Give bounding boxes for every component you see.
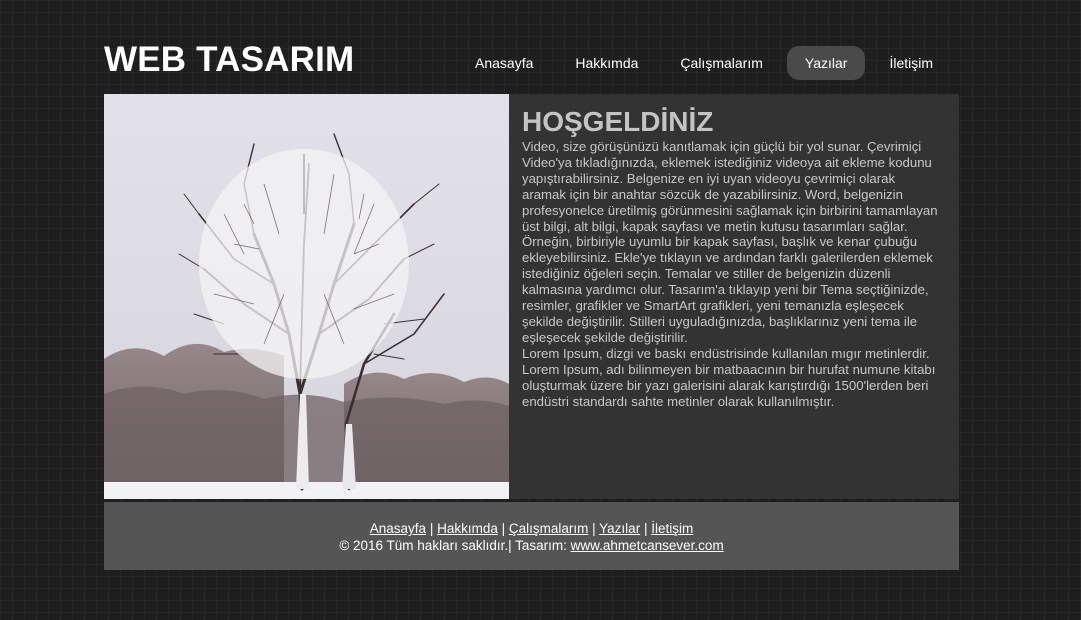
- main-nav: Anasayfa Hakkımda Çalışmalarım Yazılar İ…: [457, 46, 951, 80]
- footer-link-calismalarim[interactable]: Çalışmalarım: [509, 521, 589, 536]
- nav-anasayfa[interactable]: Anasayfa: [457, 46, 551, 80]
- footer-separator: |: [426, 521, 438, 536]
- site-logo[interactable]: WEB TASARIM: [104, 40, 354, 80]
- snowy-tree-image: [104, 94, 509, 499]
- footer-link-iletisim[interactable]: İletişim: [651, 521, 693, 536]
- main-content: HOŞGELDİNİZ Video, size görüşünüzü kanıt…: [104, 94, 959, 499]
- site-footer: Anasayfa | Hakkımda | Çalışmalarım | Yaz…: [104, 502, 959, 570]
- nav-yazilar[interactable]: Yazılar: [786, 46, 866, 80]
- copyright-text: © 2016 Tüm hakları saklıdır.| Tasarım:: [339, 538, 571, 553]
- designer-link[interactable]: www.ahmetcansever.com: [571, 538, 724, 553]
- footer-links: Anasayfa | Hakkımda | Çalışmalarım | Yaz…: [104, 520, 959, 537]
- welcome-section: HOŞGELDİNİZ Video, size görüşünüzü kanıt…: [522, 105, 942, 409]
- nav-iletisim[interactable]: İletişim: [871, 46, 951, 80]
- footer-separator: |: [640, 521, 652, 536]
- footer-link-yazilar[interactable]: Yazılar: [599, 521, 640, 536]
- nav-hakkimda[interactable]: Hakkımda: [557, 46, 656, 80]
- footer-separator: |: [588, 521, 600, 536]
- site-header: WEB TASARIM Anasayfa Hakkımda Çalışmalar…: [104, 0, 959, 94]
- footer-copyright: © 2016 Tüm hakları saklıdır.| Tasarım: w…: [104, 537, 959, 554]
- page-wrapper: WEB TASARIM Anasayfa Hakkımda Çalışmalar…: [104, 0, 959, 570]
- welcome-paragraph-2: Lorem Ipsum, dizgi ve baskı endüstrisind…: [522, 345, 936, 409]
- nav-calismalarim[interactable]: Çalışmalarım: [662, 46, 780, 80]
- welcome-paragraph-1: Video, size görüşünüzü kanıtlamak için g…: [522, 139, 938, 345]
- welcome-title: HOŞGELDİNİZ: [522, 106, 714, 137]
- footer-link-anasayfa[interactable]: Anasayfa: [370, 521, 426, 536]
- footer-separator: |: [497, 521, 509, 536]
- footer-link-hakkimda[interactable]: Hakkımda: [437, 521, 498, 536]
